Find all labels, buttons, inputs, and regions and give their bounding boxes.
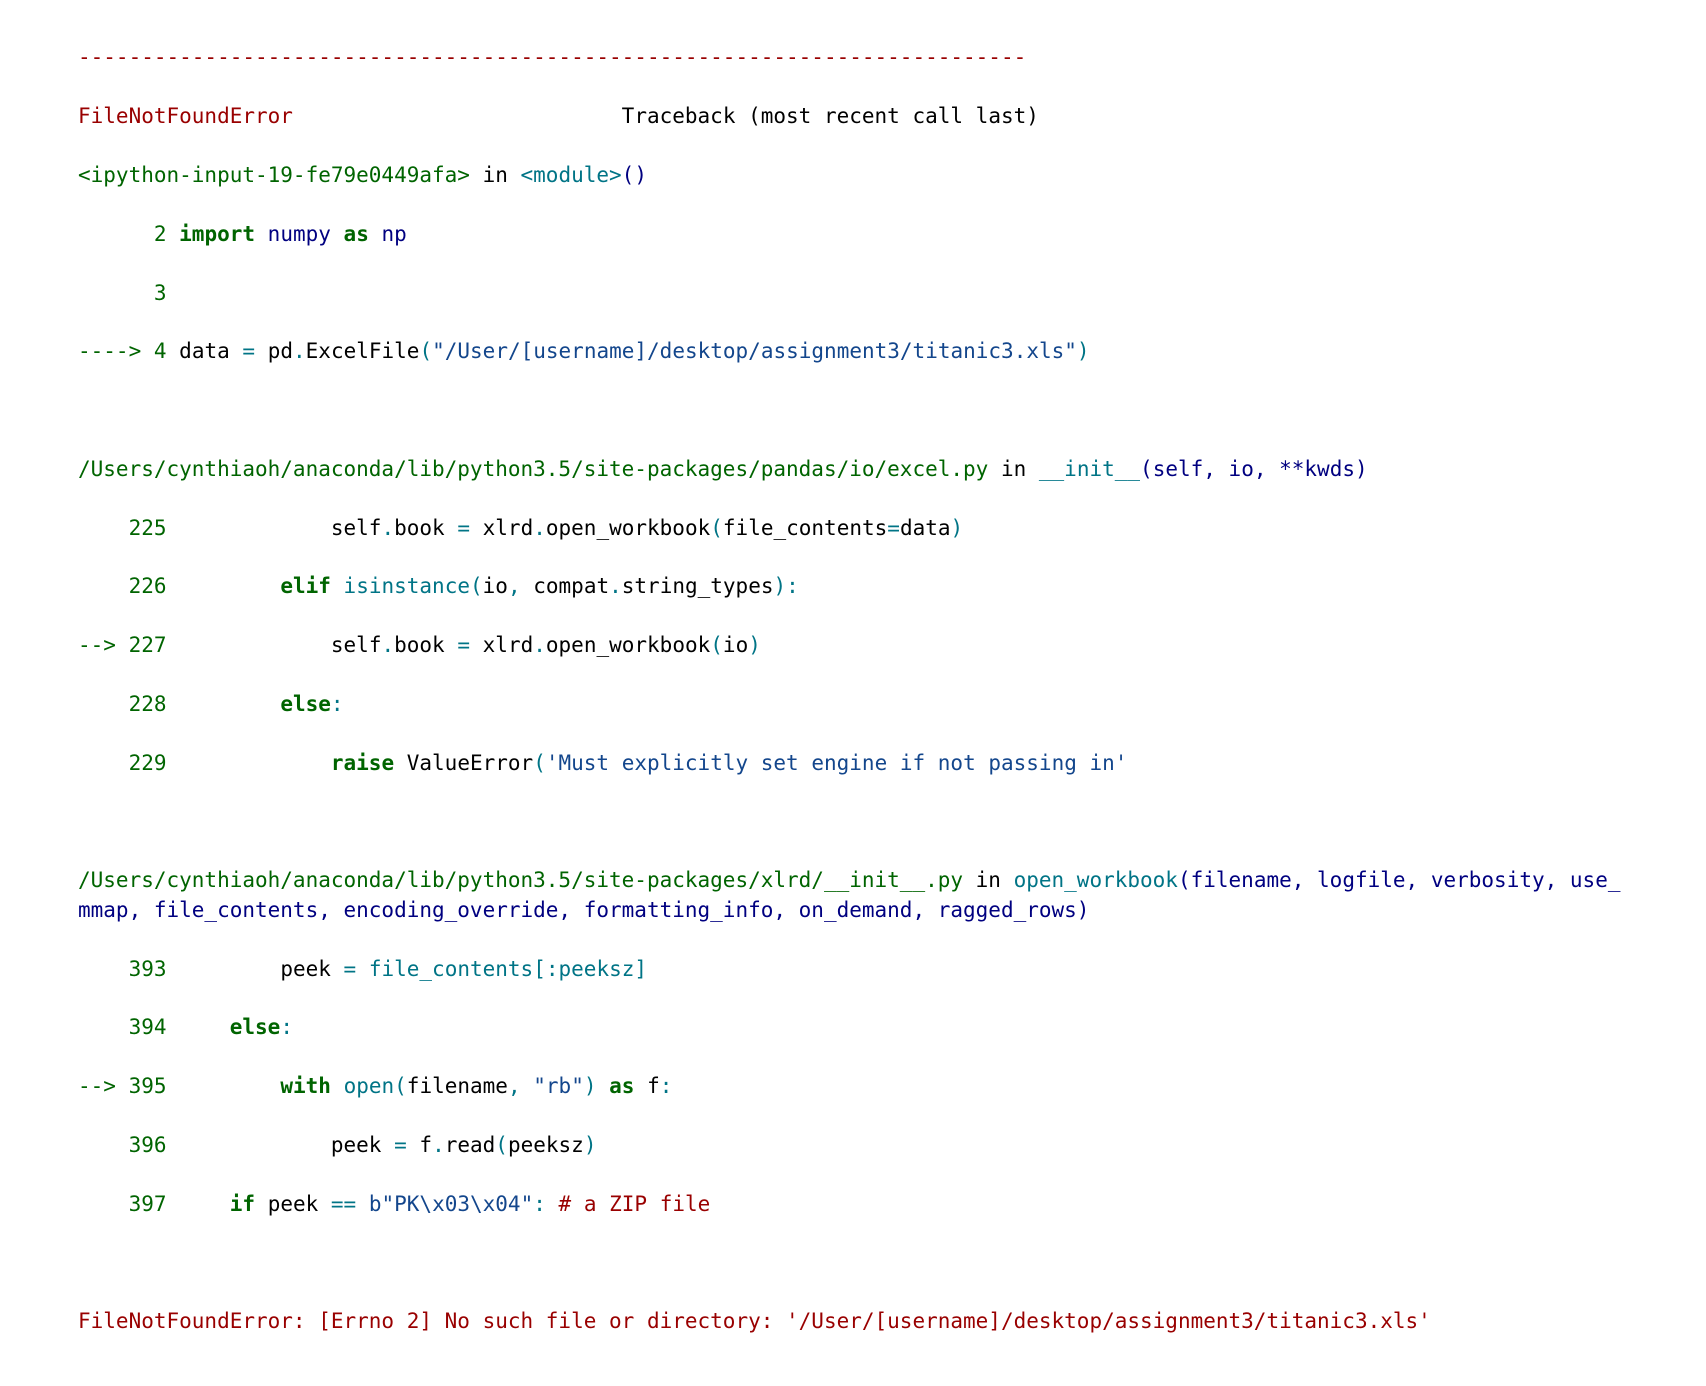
- comment: # a ZIP file: [559, 1192, 711, 1216]
- frame2-226: 226 elif isinstance(io, compat.string_ty…: [78, 572, 1628, 601]
- var-data: data: [179, 339, 242, 363]
- fn-excelfile: ExcelFile: [306, 339, 420, 363]
- frame2-loc: /Users/cynthiaoh/anaconda/lib/python3.5/…: [78, 455, 1628, 484]
- arrow: ---->: [78, 339, 154, 363]
- mod-numpy: numpy: [268, 222, 331, 246]
- kw-as: as: [344, 222, 369, 246]
- traceback-header: FileNotFoundError Traceback (most recent…: [78, 102, 1628, 131]
- frame1-loc: <ipython-input-19-fe79e0449afa> in <modu…: [78, 161, 1628, 190]
- blank: [78, 1248, 1628, 1277]
- blank: [78, 808, 1628, 837]
- frame3-394: 394 else:: [78, 1013, 1628, 1042]
- frame2-path: /Users/cynthiaoh/anaconda/lib/python3.5/…: [78, 457, 988, 481]
- gutter: 3: [78, 281, 179, 305]
- lineno: 4: [154, 339, 167, 363]
- eq: =: [242, 339, 255, 363]
- kw-import: import: [179, 222, 255, 246]
- traceback-label: Traceback (most recent call last): [622, 104, 1039, 128]
- frame3-func: open_workbook: [1014, 868, 1178, 892]
- frame1-line-2: 2 import numpy as np: [78, 220, 1628, 249]
- frame1-line-4: ----> 4 data = pd.ExcelFile("/User/[user…: [78, 337, 1628, 366]
- frame3-395: --> 395 with open(filename, "rb") as f:: [78, 1072, 1628, 1101]
- error-name: FileNotFoundError: [78, 104, 293, 128]
- traceback-rule: ----------------------------------------…: [78, 43, 1628, 72]
- gutter: 2: [78, 222, 179, 246]
- mod-pd: pd: [268, 339, 293, 363]
- frame2-227: --> 227 self.book = xlrd.open_workbook(i…: [78, 631, 1628, 660]
- frame2-225: 225 self.book = xlrd.open_workbook(file_…: [78, 514, 1628, 543]
- frame3-393: 393 peek = file_contents[:peeksz]: [78, 955, 1628, 984]
- frame3-loc: /Users/cynthiaoh/anaconda/lib/python3.5/…: [78, 866, 1628, 925]
- frame3-396: 396 peek = f.read(peeksz): [78, 1131, 1628, 1160]
- frame2-func: __init__: [1039, 457, 1140, 481]
- frame1-func: <module>: [521, 163, 622, 187]
- frame2-sig: (self, io, **kwds): [1140, 457, 1368, 481]
- frame3-path: /Users/cynthiaoh/anaconda/lib/python3.5/…: [78, 868, 963, 892]
- frame1-parens: (): [622, 163, 647, 187]
- frame2-229: 229 raise ValueError('Must explicitly se…: [78, 749, 1628, 778]
- python-traceback: ----------------------------------------…: [0, 0, 1706, 1386]
- frame1-input-id: <ipython-input-19-fe79e0449afa>: [78, 163, 470, 187]
- blank: [78, 396, 1628, 425]
- frame1-in: in: [470, 163, 521, 187]
- header-spacer: [293, 104, 622, 128]
- final-error-message: FileNotFoundError: [Errno 2] No such fil…: [78, 1307, 1628, 1336]
- frame1-line-3: 3: [78, 279, 1628, 308]
- path-string: "/User/[username]/desktop/assignment3/ti…: [432, 339, 1077, 363]
- alias-np: np: [382, 222, 407, 246]
- frame2-228: 228 else:: [78, 690, 1628, 719]
- frame3-397: 397 if peek == b"PK\x03\x04": # a ZIP fi…: [78, 1190, 1628, 1219]
